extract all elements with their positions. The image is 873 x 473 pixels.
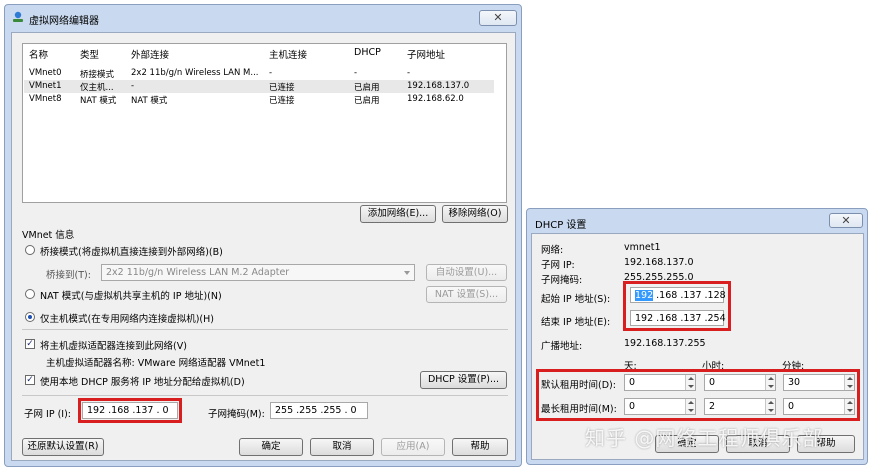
row-dhcp: - bbox=[354, 68, 358, 78]
connect-adapter-label[interactable]: 将主机虚拟适配器连接到此网络(V) bbox=[40, 338, 187, 352]
row-name: VMnet1 bbox=[29, 81, 62, 91]
vmnet-info-heading: VMnet 信息 bbox=[22, 230, 75, 241]
editor-titlebar[interactable]: 虚拟网络编辑器 ✕ bbox=[5, 5, 521, 31]
apply-button[interactable]: 应用(A) bbox=[381, 438, 445, 456]
highlight-box bbox=[536, 369, 860, 421]
bridge-mode-label[interactable]: 桥接模式(将虚拟机直接连接到外部网络)(B) bbox=[40, 244, 223, 258]
editor-client-area: 名称 类型 外部连接 主机连接 DHCP 子网地址 VMnet0 桥接模式 2x… bbox=[11, 32, 516, 461]
row-type: 桥接模式 bbox=[80, 70, 115, 80]
row-host: 已连接 bbox=[269, 96, 295, 106]
dhcp-subnet-mask-label: 子网掩码: bbox=[541, 275, 583, 286]
table-row[interactable]: VMnet8 NAT 模式 NAT 模式 已连接 已启用 192.168.62.… bbox=[24, 93, 494, 106]
nat-mode-radio[interactable] bbox=[25, 289, 35, 299]
dhcp-subnet-ip-value: 192.168.137.0 bbox=[624, 257, 694, 268]
host-only-mode-label[interactable]: 仅主机模式(在专用网络内连接虚拟机)(H) bbox=[40, 311, 214, 325]
bridge-to-select[interactable]: 2x2 11b/g/n Wireless LAN M.2 Adapter bbox=[101, 264, 415, 281]
add-network-button[interactable]: 添加网络(E)... bbox=[360, 205, 436, 223]
subnet-ip-label: 子网 IP (I): bbox=[24, 409, 71, 420]
bridge-mode-radio[interactable] bbox=[25, 245, 35, 255]
virtual-network-editor-window: 虚拟网络编辑器 ✕ 名称 类型 外部连接 主机连接 DHCP 子网地址 VMne… bbox=[4, 4, 522, 467]
divider bbox=[22, 329, 508, 330]
host-only-mode-radio[interactable] bbox=[25, 312, 35, 322]
close-icon: ✕ bbox=[841, 214, 851, 227]
start-ip-label: 起始 IP 地址(S): bbox=[541, 294, 611, 305]
row-name: VMnet0 bbox=[29, 68, 62, 78]
remove-network-button[interactable]: 移除网络(O) bbox=[442, 205, 508, 223]
end-ip-label: 结束 IP 地址(E): bbox=[541, 317, 611, 328]
column-header-name[interactable]: 名称 bbox=[29, 47, 48, 61]
adapter-name-text: 主机虚拟适配器名称: VMware 网络适配器 VMnet1 bbox=[46, 358, 266, 369]
dhcp-titlebar[interactable]: DHCP 设置 ✕ bbox=[527, 209, 867, 231]
auto-settings-button[interactable]: 自动设置(U)... bbox=[426, 264, 507, 281]
divider bbox=[22, 395, 508, 396]
column-header-external[interactable]: 外部连接 bbox=[131, 47, 169, 61]
row-external: NAT 模式 bbox=[131, 96, 168, 106]
column-header-type[interactable]: 类型 bbox=[80, 47, 99, 61]
row-external: - bbox=[131, 81, 135, 91]
watermark: 知乎 @网络工程师俱乐部 bbox=[585, 426, 824, 450]
network-list[interactable]: 名称 类型 外部连接 主机连接 DHCP 子网地址 VMnet0 桥接模式 2x… bbox=[22, 43, 507, 203]
row-name: VMnet8 bbox=[29, 94, 62, 104]
dhcp-subnet-ip-label: 子网 IP: bbox=[541, 260, 575, 271]
dhcp-settings-button[interactable]: DHCP 设置(P)... bbox=[420, 371, 507, 389]
use-dhcp-checkbox[interactable]: ✓ bbox=[25, 375, 35, 385]
editor-title: 虚拟网络编辑器 bbox=[29, 16, 99, 27]
subnet-mask-label: 子网掩码(M): bbox=[208, 409, 265, 420]
close-icon: ✕ bbox=[493, 11, 503, 24]
table-row[interactable]: VMnet0 桥接模式 2x2 11b/g/n Wireless LAN M..… bbox=[24, 67, 494, 80]
row-subnet: - bbox=[407, 68, 411, 78]
bridge-to-label: 桥接到(T): bbox=[46, 270, 91, 281]
nat-settings-button[interactable]: NAT 设置(S)... bbox=[426, 286, 507, 303]
highlight-box bbox=[78, 398, 182, 423]
dhcp-title: DHCP 设置 bbox=[535, 220, 587, 231]
dhcp-close-button[interactable]: ✕ bbox=[829, 213, 863, 228]
column-header-host[interactable]: 主机连接 bbox=[269, 47, 307, 61]
table-row-selected[interactable]: VMnet1 仅主机... - 已连接 已启用 192.168.137.0 bbox=[24, 80, 494, 93]
chevron-down-icon bbox=[404, 271, 410, 275]
row-subnet: 192.168.137.0 bbox=[407, 81, 470, 91]
restore-defaults-button[interactable]: 还原默认设置(R) bbox=[22, 438, 104, 456]
use-dhcp-label[interactable]: 使用本地 DHCP 服务将 IP 地址分配给虚拟机(D) bbox=[40, 374, 245, 388]
network-label: 网络: bbox=[541, 245, 564, 256]
network-app-icon bbox=[12, 11, 24, 23]
highlight-box bbox=[623, 281, 731, 331]
subnet-mask-value: 255 .255 .255 . 0 bbox=[275, 405, 357, 416]
nat-mode-label[interactable]: NAT 模式(与虚拟机共享主机的 IP 地址)(N) bbox=[40, 288, 222, 302]
subnet-mask-field[interactable]: 255 .255 .255 . 0 bbox=[270, 402, 368, 419]
row-type: 仅主机... bbox=[80, 83, 114, 93]
row-subnet: 192.168.62.0 bbox=[407, 94, 464, 104]
help-button[interactable]: 帮助 bbox=[452, 438, 508, 456]
row-external: 2x2 11b/g/n Wireless LAN M... bbox=[131, 68, 259, 78]
row-host: - bbox=[269, 68, 273, 78]
bridge-to-value: 2x2 11b/g/n Wireless LAN M.2 Adapter bbox=[106, 267, 290, 278]
editor-close-button[interactable]: ✕ bbox=[479, 10, 517, 26]
ok-button[interactable]: 确定 bbox=[239, 438, 303, 456]
row-dhcp: 已启用 bbox=[354, 96, 380, 106]
network-value: vmnet1 bbox=[624, 242, 661, 253]
column-header-dhcp[interactable]: DHCP bbox=[354, 47, 381, 58]
connect-adapter-checkbox[interactable]: ✓ bbox=[25, 339, 35, 349]
row-host: 已连接 bbox=[269, 83, 295, 93]
broadcast-value: 192.168.137.255 bbox=[624, 338, 706, 349]
cancel-button[interactable]: 取消 bbox=[310, 438, 374, 456]
row-type: NAT 模式 bbox=[80, 96, 117, 106]
row-dhcp: 已启用 bbox=[354, 83, 380, 93]
column-header-subnet[interactable]: 子网地址 bbox=[407, 47, 445, 61]
broadcast-label: 广播地址: bbox=[541, 341, 583, 352]
